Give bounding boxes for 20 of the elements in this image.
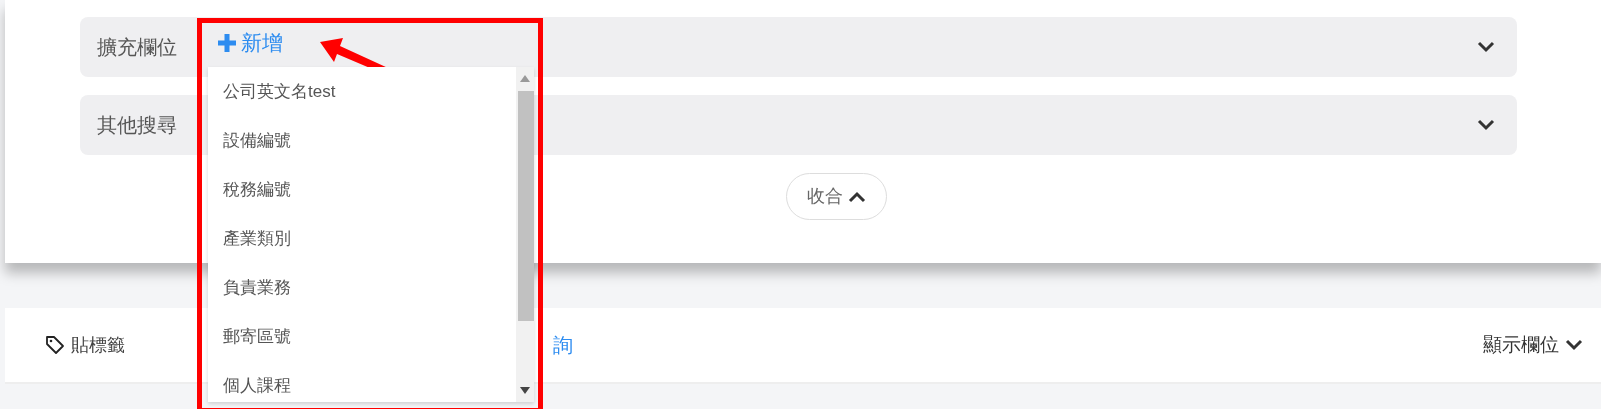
collapse-button[interactable]: 收合 [786, 173, 887, 220]
tag-button[interactable]: 貼標籤 [45, 331, 125, 359]
chevron-down-icon [1565, 339, 1583, 351]
chevron-up-icon [848, 191, 866, 204]
section-label: 擴充欄位 [97, 35, 177, 60]
dropdown-item[interactable]: 產業類別 [208, 214, 516, 263]
scrollbar[interactable] [516, 67, 534, 402]
section-label: 其他搜尋 [97, 113, 177, 138]
scrollbar-thumb[interactable] [518, 91, 534, 321]
columns-button[interactable]: 顯示欄位 [1483, 330, 1583, 360]
plus-icon [217, 32, 237, 53]
chevron-down-icon [1477, 119, 1495, 131]
dropdown-item[interactable]: 負責業務 [208, 263, 516, 312]
tag-icon [45, 335, 65, 355]
dropdown-item[interactable]: 個人課程 [208, 361, 516, 402]
scroll-down-icon[interactable] [520, 387, 530, 394]
scroll-up-icon[interactable] [520, 75, 530, 82]
dropdown-item[interactable]: 稅務編號 [208, 165, 516, 214]
chevron-down-icon [1477, 41, 1495, 53]
dropdown-item[interactable]: 郵寄區號 [208, 312, 516, 361]
